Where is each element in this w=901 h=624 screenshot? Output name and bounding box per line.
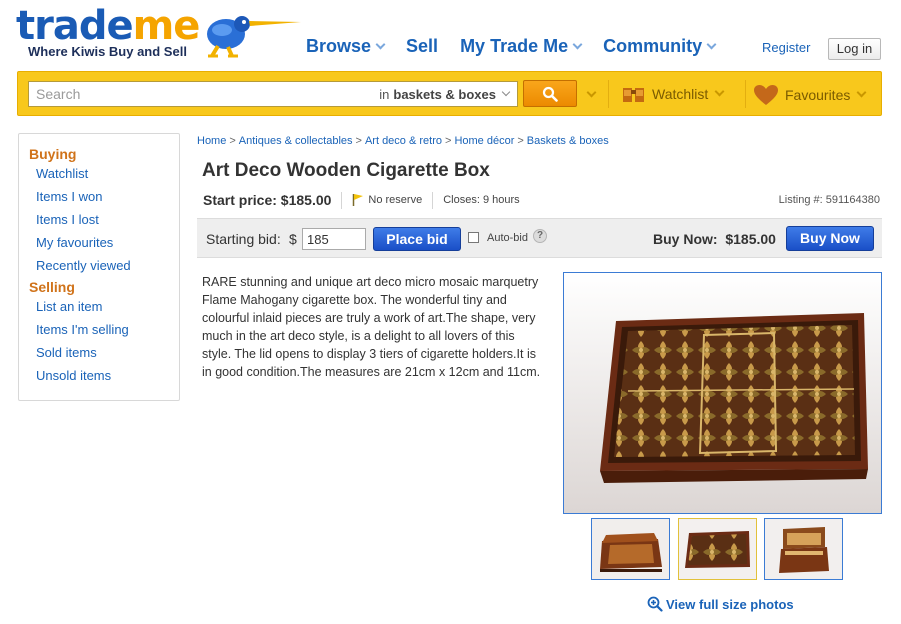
nav-browse[interactable]: Browse xyxy=(306,36,386,57)
breadcrumb-home[interactable]: Home xyxy=(197,135,226,147)
search-input[interactable] xyxy=(29,86,380,102)
breadcrumb-separator: > xyxy=(517,135,524,147)
photo-thumbnail-2[interactable] xyxy=(678,518,757,580)
sidebar-item-unsold-items[interactable]: Unsold items xyxy=(29,368,179,391)
view-full-size-label: View full size photos xyxy=(666,596,794,612)
breadcrumb-separator: > xyxy=(355,135,362,147)
main-photo[interactable] xyxy=(563,272,882,514)
cigarette-box-photo xyxy=(564,273,881,513)
nav-community-label: Community xyxy=(603,36,703,56)
chevron-down-icon xyxy=(714,86,725,97)
sidebar-item-my-favourites[interactable]: My favourites xyxy=(29,235,179,258)
buy-now-button[interactable]: Buy Now xyxy=(786,226,874,251)
breadcrumb: Home > Antiques & collectables > Art deco & … xyxy=(197,135,609,147)
thumbnail-image xyxy=(679,519,756,579)
breadcrumb-separator: > xyxy=(229,135,236,147)
divider xyxy=(341,191,343,209)
logo-wordmark: trademe xyxy=(16,3,201,49)
favourites-button[interactable]: Favourites xyxy=(753,84,867,106)
trademe-logo[interactable]: trademe Where Kiwis Buy and Sell xyxy=(16,3,301,62)
listing-description: RARE stunning and unique art deco micro … xyxy=(202,275,541,379)
search-bar: in baskets & boxes Watchlist Favourites xyxy=(17,71,882,116)
divider xyxy=(432,191,434,209)
kiwi-bird-icon xyxy=(207,16,301,58)
thumbnail-image xyxy=(592,519,669,579)
login-button[interactable]: Log in xyxy=(828,38,881,60)
search-scope-dropdown[interactable]: in baskets & boxes xyxy=(379,86,511,102)
chevron-down-icon xyxy=(501,87,511,97)
nav-sell[interactable]: Sell xyxy=(406,36,438,57)
photo-thumbnail-1[interactable] xyxy=(591,518,670,580)
start-price: Start price: $185.00 xyxy=(203,192,332,208)
sidebar-item-list-an-item[interactable]: List an item xyxy=(29,299,179,322)
help-icon[interactable]: ? xyxy=(533,229,547,243)
bid-amount-input[interactable] xyxy=(302,228,366,250)
nav-sell-label: Sell xyxy=(406,36,439,56)
register-link[interactable]: Register xyxy=(762,40,810,55)
thumbnail-image xyxy=(765,519,842,579)
listing-meta: Start price: $185.00 No reserve Closes: … xyxy=(203,191,880,209)
breadcrumb-baskets-boxes[interactable]: Baskets & boxes xyxy=(527,135,609,147)
listing-number: Listing #: 591164380 xyxy=(778,194,880,206)
nav-community[interactable]: Community xyxy=(603,36,717,57)
chevron-down-icon xyxy=(572,39,583,49)
watchlist-label: Watchlist xyxy=(652,86,709,102)
breadcrumb-art-deco[interactable]: Art deco & retro xyxy=(365,135,442,147)
sidebar-item-recently-viewed[interactable]: Recently viewed xyxy=(29,258,179,281)
breadcrumb-separator: > xyxy=(445,135,452,147)
account-sidebar: Buying Watchlist Items I won Items I los… xyxy=(18,133,180,401)
autobid-checkbox[interactable] xyxy=(468,232,479,243)
logo-tagline: Where Kiwis Buy and Sell xyxy=(28,44,187,59)
logo-trade-text: trade xyxy=(16,3,134,49)
closing-time: Closes: 9 hours xyxy=(443,194,520,206)
search-scope-value: baskets & boxes xyxy=(393,86,496,102)
sidebar-item-items-won[interactable]: Items I won xyxy=(29,189,179,212)
listing-title: Art Deco Wooden Cigarette Box xyxy=(202,160,490,181)
nav-my-trade-me-label: My Trade Me xyxy=(460,36,569,56)
breadcrumb-antiques[interactable]: Antiques & collectables xyxy=(239,135,353,147)
divider xyxy=(745,80,746,108)
nav-my-trade-me[interactable]: My Trade Me xyxy=(460,36,583,57)
chevron-down-icon xyxy=(706,39,717,49)
reserve-status: No reserve xyxy=(368,194,423,206)
breadcrumb-home-decor[interactable]: Home décor xyxy=(454,135,514,147)
starting-bid-label: Starting bid: xyxy=(206,231,281,247)
chevron-down-icon xyxy=(856,87,867,98)
divider xyxy=(608,80,609,108)
nav-browse-label: Browse xyxy=(306,36,372,56)
search-icon xyxy=(542,86,558,102)
watchlist-icon xyxy=(623,88,644,102)
sidebar-heading-buying: Buying xyxy=(29,146,77,162)
zoom-icon xyxy=(647,596,663,612)
logo-me-text: me xyxy=(132,3,201,49)
autobid-label: Auto-bid xyxy=(487,232,528,244)
search-box: in baskets & boxes xyxy=(28,81,518,107)
search-button[interactable] xyxy=(523,80,577,107)
heart-icon xyxy=(754,85,778,105)
search-scope-prefix: in xyxy=(379,86,390,102)
view-full-size-photos-link[interactable]: View full size photos xyxy=(647,596,794,612)
sidebar-heading-selling: Selling xyxy=(29,279,75,295)
buy-now-price: Buy Now: $185.00 xyxy=(653,231,776,247)
place-bid-button[interactable]: Place bid xyxy=(373,227,461,251)
bid-panel: Starting bid: $ Place bid Auto-bid ? Buy… xyxy=(197,218,882,258)
watchlist-button[interactable]: Watchlist xyxy=(622,84,725,104)
favourites-label: Favourites xyxy=(785,87,851,103)
photo-thumbnail-3[interactable] xyxy=(764,518,843,580)
currency-symbol: $ xyxy=(289,231,297,247)
sidebar-item-items-selling[interactable]: Items I'm selling xyxy=(29,322,179,345)
chevron-down-icon[interactable] xyxy=(586,87,597,98)
sidebar-item-watchlist[interactable]: Watchlist xyxy=(29,166,179,189)
sidebar-item-items-lost[interactable]: Items I lost xyxy=(29,212,179,235)
flag-icon xyxy=(353,194,364,206)
chevron-down-icon xyxy=(375,39,386,49)
sidebar-item-sold-items[interactable]: Sold items xyxy=(29,345,179,368)
main-navigation: Browse Sell My Trade Me Community xyxy=(306,36,737,57)
